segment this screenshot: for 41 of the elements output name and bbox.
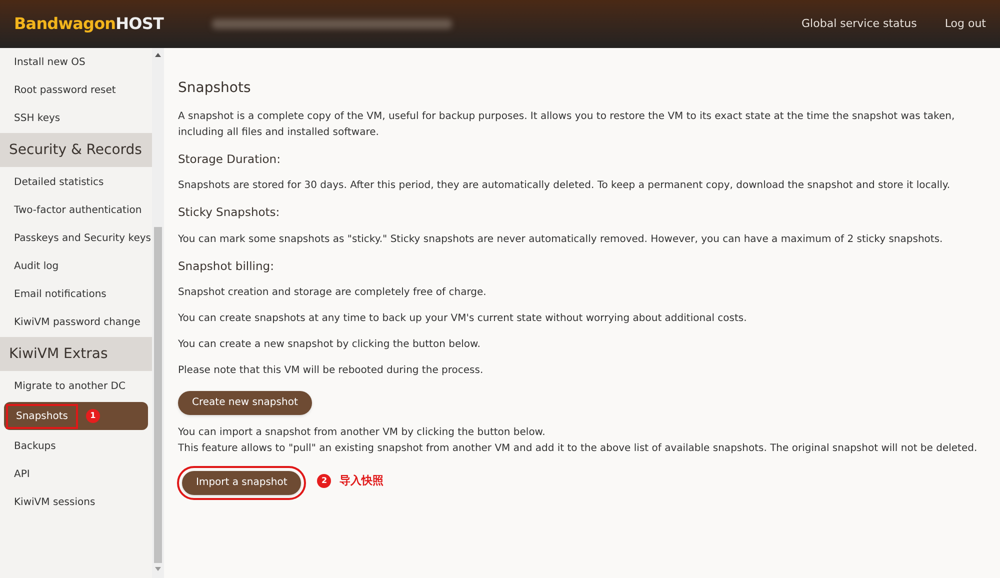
sidebar-item[interactable]: KiwiVM password change bbox=[14, 314, 140, 330]
sidebar-item[interactable]: Root password reset bbox=[14, 82, 116, 98]
paragraph: Please note that this VM will be rebooted during the process. bbox=[178, 364, 484, 378]
sidebar-item[interactable]: Passkeys and Security keys bbox=[14, 230, 151, 246]
paragraph: A snapshot is a complete copy of the VM, useful for backup purposes. It allows you to restore the VM to its exact state at the time the snapshot was taken, including all files and installed software. bbox=[178, 110, 956, 140]
header-link[interactable]: Log out bbox=[944, 16, 986, 32]
sidebar-item[interactable]: Backups bbox=[14, 438, 56, 454]
sidebar-item[interactable]: Install new OS bbox=[14, 54, 86, 70]
logo-text: Bandwagon bbox=[14, 13, 116, 35]
section-heading: Snapshot billing: bbox=[178, 258, 275, 274]
sidebar-section-header: Security & Records bbox=[0, 133, 152, 167]
snapshot-button[interactable]: Import a snapshot bbox=[182, 470, 302, 495]
paragraph: You can create a new snapshot by clicking the button below. bbox=[178, 338, 482, 352]
annotation-badge: 1 bbox=[86, 409, 100, 423]
scroll-down-arrow-icon[interactable] bbox=[155, 567, 161, 571]
sidebar-item[interactable]: Email notifications bbox=[14, 286, 106, 302]
paragraph: Snapshot creation and storage are completely free of charge. bbox=[178, 286, 488, 300]
logo-text: HOST bbox=[116, 13, 164, 35]
annotation-label: 导入快照 bbox=[339, 472, 384, 488]
annotation-badge: 2 bbox=[317, 474, 332, 488]
sidebar-item[interactable]: Detailed statistics bbox=[14, 174, 104, 190]
snapshot-button[interactable]: Create new snapshot bbox=[178, 390, 312, 415]
sidebar-item[interactable]: KiwiVM sessions bbox=[14, 494, 96, 510]
section-heading: Sticky Snapshots: bbox=[178, 204, 281, 222]
sidebar-item[interactable]: Snapshots bbox=[6, 404, 78, 428]
sidebar-item[interactable]: API bbox=[14, 466, 30, 482]
header-link[interactable]: Global service status bbox=[802, 16, 917, 32]
sidebar-section-header: KiwiVM Extras bbox=[0, 337, 152, 371]
paragraph: This feature allows to "pull" an existing snapshot from another VM and add it to the above list of available snapshots. The original snapshot will not be deleted. bbox=[178, 442, 978, 456]
paragraph: You can import a snapshot from another VM by clicking the button below. bbox=[178, 426, 546, 440]
sidebar-item[interactable]: SSH keys bbox=[14, 110, 60, 126]
scrollbar[interactable] bbox=[152, 48, 164, 578]
paragraph: You can mark some snapshots as "sticky." Sticky snapshots are never automatically removed. However, you can have a maximum of 2 sticky snapshots. bbox=[178, 232, 944, 246]
sidebar-item[interactable]: Audit log bbox=[14, 258, 59, 274]
sidebar-item[interactable]: Migrate to another DC bbox=[14, 378, 126, 394]
paragraph: You can create snapshots at any time to back up your VM's current state without worrying about additional costs. bbox=[178, 312, 748, 326]
section-heading: Storage Duration: bbox=[178, 151, 282, 168]
paragraph: Snapshots are stored for 30 days. After this period, they are automatically deleted. To keep a permanent copy, download the snapshot and store it locally. bbox=[178, 179, 952, 194]
sidebar-item[interactable]: Two-factor authentication bbox=[14, 202, 142, 218]
page-title: Snapshots bbox=[178, 79, 252, 98]
scroll-up-arrow-icon[interactable] bbox=[155, 53, 161, 57]
